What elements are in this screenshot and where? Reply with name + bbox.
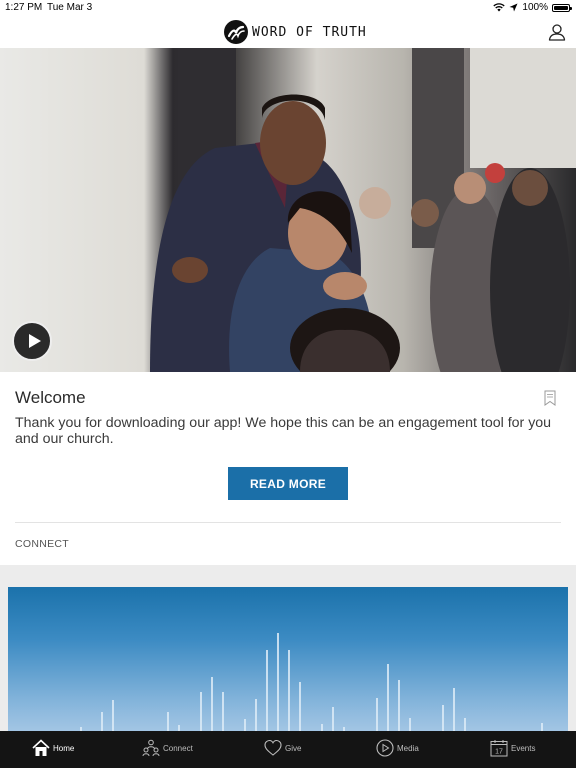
logo-text: WORD OF TRUTH	[252, 24, 367, 40]
status-indicators: 100%	[493, 2, 572, 13]
hero-photo	[150, 48, 576, 372]
card-body: Thank you for downloading our app! We ho…	[15, 415, 552, 447]
status-bar: 1:27 PM Tue Mar 3 100%	[0, 0, 576, 16]
battery-icon	[552, 3, 572, 12]
welcome-card[interactable]: Welcome Thank you for downloading our ap…	[0, 372, 576, 565]
calendar-icon: 17	[490, 740, 508, 757]
tab-label: Connect	[163, 743, 193, 753]
status-date: Tue Mar 3	[47, 2, 93, 13]
people-icon	[142, 739, 160, 757]
tab-give[interactable]: Give	[264, 739, 301, 757]
hero-image[interactable]	[0, 48, 576, 372]
read-more-button[interactable]: READ MORE	[228, 467, 348, 500]
app-logo[interactable]: WORD OF TRUTH	[224, 20, 367, 44]
person-icon[interactable]	[548, 23, 566, 41]
tab-label: Home	[53, 743, 75, 753]
home-icon	[32, 739, 50, 756]
tab-connect[interactable]: Connect	[142, 739, 193, 757]
tab-label: Events	[511, 743, 536, 753]
tab-events[interactable]: 17 Events	[490, 739, 535, 757]
card-title: Welcome	[15, 388, 86, 407]
sound-wave-graphic	[80, 633, 543, 737]
section-label-connect[interactable]: CONNECT	[15, 538, 69, 550]
media-card-image[interactable]	[8, 587, 568, 737]
battery-percent: 100%	[522, 2, 548, 13]
status-time: 1:27 PM	[5, 2, 43, 13]
tab-media[interactable]: Media	[376, 739, 419, 757]
app-header: WORD OF TRUTH	[0, 16, 576, 48]
tab-label: Media	[397, 743, 419, 753]
calendar-day: 17	[495, 749, 503, 756]
tab-home[interactable]: Home	[32, 739, 74, 757]
play-circle-icon	[376, 739, 394, 757]
heart-icon	[264, 739, 282, 756]
tab-label: Give	[285, 743, 302, 753]
tab-bar: Home Connect Give Media 17 Events	[0, 731, 576, 768]
location-icon	[509, 3, 518, 12]
divider	[15, 522, 561, 523]
play-icon[interactable]	[12, 321, 52, 361]
wifi-icon	[493, 3, 506, 12]
bookmark-icon[interactable]	[544, 390, 556, 406]
logo-mark-icon	[224, 20, 248, 44]
